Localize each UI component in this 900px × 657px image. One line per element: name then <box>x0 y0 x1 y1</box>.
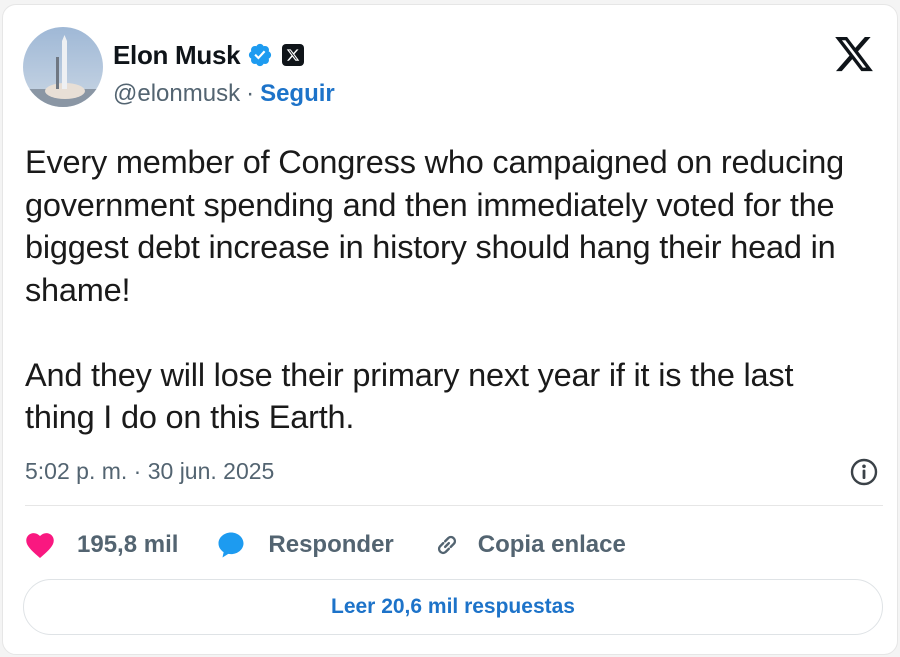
copy-link-label: Copia enlace <box>477 531 626 558</box>
reply-bubble-icon <box>218 532 244 558</box>
x-logo-icon[interactable] <box>833 33 875 75</box>
reply-button[interactable]: Responder <box>216 530 394 560</box>
tweet-text: Every member of Congress who campaigned … <box>25 144 844 435</box>
tweet-timestamp[interactable]: 5:02 p. m. · 30 jun. 2025 <box>25 458 274 485</box>
read-replies-label: Leer 20,6 mil respuestas <box>331 595 575 618</box>
reply-label: Responder <box>268 531 394 558</box>
avatar[interactable] <box>23 27 103 107</box>
verified-badge-icon <box>249 43 272 67</box>
read-replies-button[interactable]: Leer 20,6 mil respuestas <box>23 579 883 635</box>
handle-separator: · <box>246 80 255 107</box>
copy-link-button[interactable]: Copia enlace <box>432 530 626 560</box>
info-icon[interactable] <box>849 457 879 487</box>
tweet-card: Elon Musk @elonmusk · Seguir Every membe… <box>2 4 898 655</box>
tweet-actions: 195,8 mil Responder Copia enlace <box>25 527 664 563</box>
author-handle[interactable]: @elonmusk <box>113 80 240 108</box>
divider <box>25 505 883 506</box>
follow-button[interactable]: Seguir <box>260 80 335 108</box>
like-button[interactable]: 195,8 mil <box>25 531 178 559</box>
link-icon <box>437 535 456 555</box>
x-affiliate-badge-icon <box>282 44 305 66</box>
heart-icon <box>26 533 54 558</box>
like-count: 195,8 mil <box>77 531 179 558</box>
author-name[interactable]: Elon Musk <box>113 40 241 71</box>
